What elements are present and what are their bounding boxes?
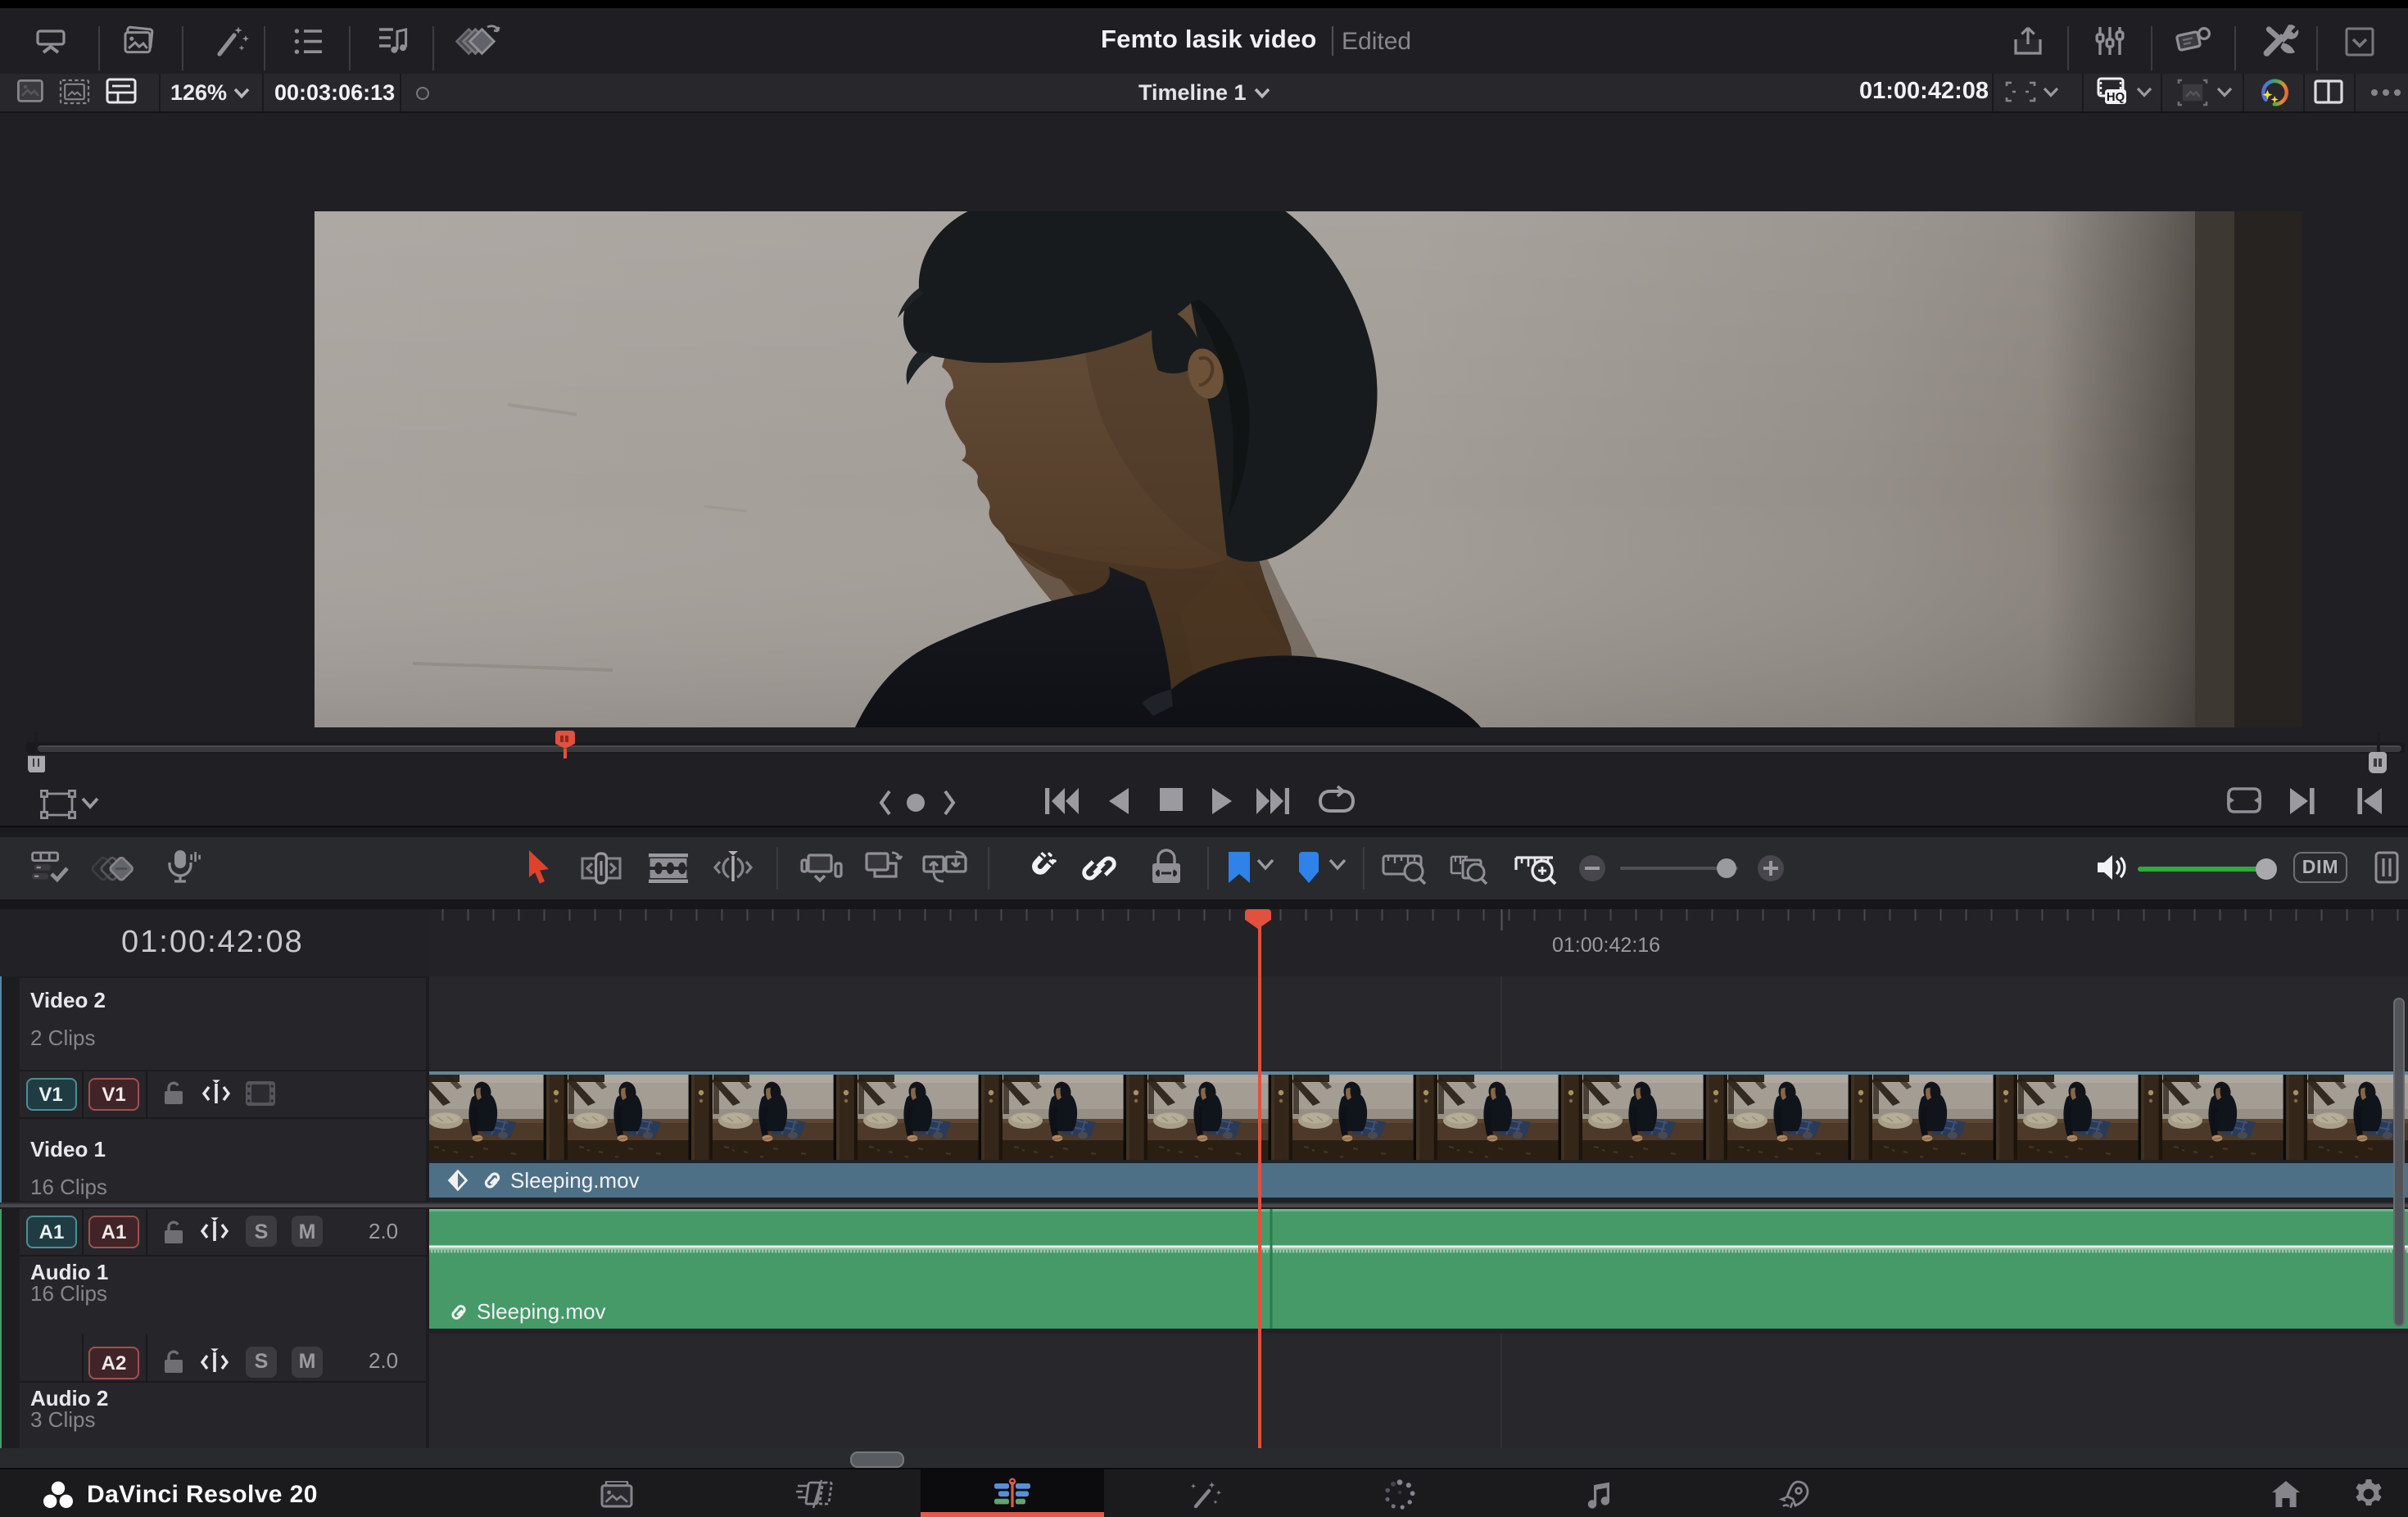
svg-text:01:00:42:16: 01:00:42:16 xyxy=(1551,933,1659,956)
svg-text:HQ: HQ xyxy=(2106,90,2124,103)
